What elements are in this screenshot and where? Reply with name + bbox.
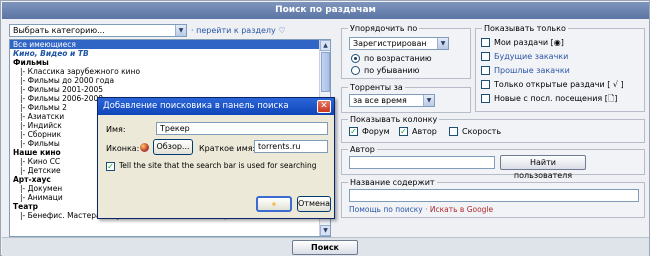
window-title: Поиск по раздачам bbox=[2, 2, 649, 19]
name-input[interactable]: Трекер bbox=[156, 122, 328, 135]
sort-select[interactable]: Зарегистрирован ▼ bbox=[349, 37, 449, 50]
tell-site-checkbox[interactable]: ✓ Tell the site that the search bar is us… bbox=[106, 160, 317, 171]
column-speed-label: Скорость bbox=[462, 127, 502, 136]
period-select[interactable]: за все время ▼ bbox=[349, 94, 435, 107]
chevron-down-icon: ▼ bbox=[423, 95, 434, 106]
search-engine-icon bbox=[140, 143, 149, 152]
short-name-label: Краткое имя: bbox=[199, 144, 256, 153]
search-button[interactable]: Поиск bbox=[292, 240, 358, 255]
sort-asc-label: по возрастанию bbox=[364, 54, 432, 63]
author-legend: Автор bbox=[350, 145, 375, 154]
column-speed-checkbox[interactable]: Скорость bbox=[449, 126, 501, 137]
category-select[interactable]: Выбрать категорию... ▼ bbox=[9, 24, 187, 37]
checkbox-empty-icon bbox=[449, 127, 458, 136]
search-help-link[interactable]: Помощь по поиску bbox=[349, 205, 423, 214]
tell-site-label: Tell the site that the search bar is use… bbox=[119, 161, 317, 170]
author-input[interactable] bbox=[349, 156, 495, 169]
radio-icon bbox=[351, 66, 360, 75]
heart-icon: ♡ bbox=[278, 26, 286, 35]
checkbox-empty-icon bbox=[481, 38, 490, 47]
category-list-item[interactable]: |- Фильмы 2001-2005 bbox=[10, 85, 330, 94]
scroll-up-icon[interactable]: ▲ bbox=[320, 40, 330, 51]
show-only-label: Мои раздачи [◉] bbox=[494, 38, 564, 47]
show-only-label: Новые с посл. посещения [🗋] bbox=[494, 94, 618, 103]
cancel-button[interactable]: Отмена bbox=[297, 196, 331, 212]
checkmark-icon: ✓ bbox=[349, 127, 358, 136]
sort-desc-label: по убыванию bbox=[364, 66, 420, 75]
show-only-checkbox[interactable]: Новые с посл. посещения [🗋] bbox=[481, 93, 617, 104]
sort-asc-radio[interactable]: по возрастанию bbox=[351, 53, 432, 64]
checkmark-icon: ✓ bbox=[106, 161, 115, 171]
google-search-link[interactable]: Искать в Google bbox=[430, 205, 493, 214]
name-label: Имя: bbox=[106, 125, 126, 134]
category-list-item[interactable]: |- Классика зарубежного кино bbox=[10, 67, 330, 76]
cursor-icon: ✶ bbox=[270, 200, 278, 209]
find-user-button[interactable]: Найти пользователя bbox=[500, 155, 586, 180]
category-select-value: Выбрать категорию... bbox=[13, 26, 105, 35]
sort-legend: Упорядочить по bbox=[350, 24, 418, 33]
checkbox-empty-icon bbox=[481, 66, 490, 75]
category-list-item[interactable]: Фильмы bbox=[10, 58, 330, 67]
checkbox-empty-icon bbox=[481, 94, 490, 103]
show-only-legend: Показывать только bbox=[484, 24, 566, 33]
search-links: Помощь по поиску · Искать в Google bbox=[349, 205, 493, 214]
column-forum-label: Форум bbox=[362, 127, 390, 136]
scroll-down-icon[interactable]: ▼ bbox=[320, 225, 330, 236]
category-list-item[interactable]: |- Фильмы до 2000 года bbox=[10, 76, 330, 85]
category-list-item[interactable]: Все имеющиеся bbox=[10, 40, 330, 49]
show-only-checkbox[interactable]: Мои раздачи [◉] bbox=[481, 37, 564, 48]
title-search-legend: Название содержит bbox=[350, 178, 435, 187]
chevron-down-icon: ▼ bbox=[175, 25, 186, 36]
column-author-checkbox[interactable]: ✓ Автор bbox=[399, 126, 437, 137]
checkmark-icon: ✓ bbox=[399, 127, 408, 136]
category-list-item[interactable]: Кино, Видео и ТВ bbox=[10, 49, 330, 58]
show-only-checkbox[interactable]: Будущие закачки bbox=[481, 51, 568, 62]
chevron-down-icon: ▼ bbox=[437, 38, 448, 49]
icon-label: Иконка: bbox=[106, 144, 140, 153]
close-icon[interactable]: ✕ bbox=[317, 100, 331, 113]
sort-select-value: Зарегистрирован bbox=[353, 39, 427, 48]
show-only-label: Будущие закачки bbox=[494, 52, 569, 61]
show-only-label: Прошлые закачки bbox=[494, 66, 570, 75]
title-search-input[interactable] bbox=[349, 189, 639, 202]
search-window: Поиск по раздачам Выбрать категорию... ▼… bbox=[0, 0, 650, 256]
dialog-title: Добавление поисковика в панель поиска bbox=[98, 98, 334, 115]
torrents-legend: Торренты за bbox=[350, 83, 403, 92]
radio-selected-icon bbox=[351, 54, 360, 63]
short-name-input[interactable]: torrents.ru bbox=[254, 140, 328, 153]
show-only-label: Только открытые раздачи [ √ ] bbox=[494, 80, 624, 89]
show-only-checkbox[interactable]: Прошлые закачки bbox=[481, 65, 570, 76]
column-author-label: Автор bbox=[412, 127, 437, 136]
goto-section-label: перейти к разделу bbox=[196, 26, 276, 35]
browse-button[interactable]: Обзор... bbox=[153, 139, 193, 155]
goto-section-link[interactable]: · перейти к разделу ♡ bbox=[191, 26, 285, 35]
ok-button[interactable]: ✶ bbox=[256, 196, 292, 212]
checkbox-empty-icon bbox=[481, 52, 490, 61]
scroll-thumb[interactable] bbox=[321, 52, 330, 92]
bottom-bar: Поиск bbox=[2, 237, 649, 256]
show-columns-legend: Показывать колонку bbox=[350, 115, 438, 124]
link-separator: · bbox=[425, 205, 428, 214]
checkbox-empty-icon bbox=[481, 80, 490, 89]
column-forum-checkbox[interactable]: ✓ Форум bbox=[349, 126, 390, 137]
add-search-engine-dialog: Добавление поисковика в панель поиска ✕ … bbox=[97, 97, 335, 219]
period-select-value: за все время bbox=[353, 96, 407, 105]
show-only-checkbox[interactable]: Только открытые раздачи [ √ ] bbox=[481, 79, 624, 90]
sort-desc-radio[interactable]: по убыванию bbox=[351, 65, 419, 76]
